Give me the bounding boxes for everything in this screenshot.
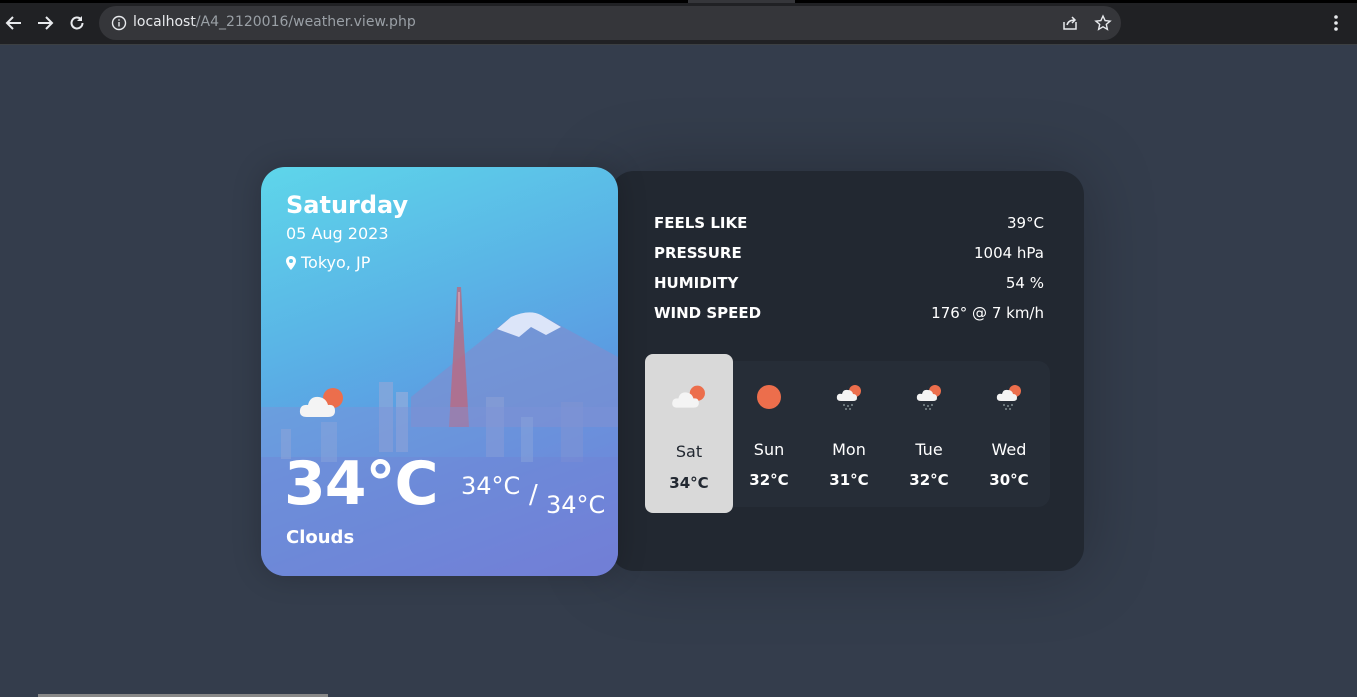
share-button[interactable] <box>1060 13 1080 33</box>
reload-icon <box>70 16 84 30</box>
stat-label: HUMIDITY <box>654 274 739 292</box>
stat-value: 39°C <box>1006 214 1044 232</box>
forecast-day-name: Mon <box>832 440 866 459</box>
location-text: Tokyo, JP <box>301 253 371 272</box>
min-temperature: 34°C <box>546 491 606 519</box>
info-icon[interactable] <box>111 15 127 31</box>
stat-label: FEELS LIKE <box>654 214 748 232</box>
browser-toolbar: localhost/A4_2120016/weather.view.php <box>0 0 1357 45</box>
url-host: localhost <box>133 14 196 30</box>
forecast-day-name: Sun <box>753 440 785 459</box>
forecast-day-name: Tue <box>915 440 943 459</box>
tab-strip-segment <box>795 0 1357 3</box>
forecast-temp: 32°C <box>749 471 789 489</box>
forecast-temp: 30°C <box>989 471 1029 489</box>
forecast-day-sat[interactable]: Sat 34°C <box>645 354 733 513</box>
kebab-menu-icon <box>1334 15 1338 31</box>
sun-icon <box>757 385 781 409</box>
browser-menu-button[interactable] <box>1324 9 1348 37</box>
rain-cloud-sun-icon <box>916 385 941 410</box>
current-temperature: 34°C <box>284 449 439 519</box>
forecast-day-tue[interactable]: Tue 32°C <box>889 361 969 507</box>
forecast-temp: 34°C <box>669 474 709 492</box>
url-text[interactable]: localhost/A4_2120016/weather.view.php <box>133 14 416 30</box>
forecast-day-mon[interactable]: Mon 31°C <box>809 361 889 507</box>
map-marker-icon <box>286 255 296 270</box>
tab-strip-segment <box>0 0 688 3</box>
date-text: 05 Aug 2023 <box>286 224 389 243</box>
location: Tokyo, JP <box>286 253 370 272</box>
forward-button[interactable] <box>31 9 59 37</box>
stat-pressure: PRESSURE 1004 hPa <box>654 238 1044 268</box>
forecast-day-name: Wed <box>991 440 1027 459</box>
forecast-list: Sat 34°C Sun 32°C Mon 31°C Tue 32°C Wed … <box>645 354 1050 513</box>
tab-strip <box>0 0 1357 3</box>
arrow-left-icon <box>5 16 21 30</box>
bookmark-button[interactable] <box>1093 13 1113 33</box>
arrow-right-icon <box>38 16 54 30</box>
forecast-temp: 32°C <box>909 471 949 489</box>
temp-separator: / <box>529 480 538 510</box>
url-path: /A4_2120016/weather.view.php <box>195 14 416 30</box>
rain-cloud-sun-icon <box>836 385 861 410</box>
star-icon <box>1094 14 1112 31</box>
stat-label: PRESSURE <box>654 244 742 262</box>
forecast-day-name: Sat <box>675 442 703 461</box>
cloud-sun-icon <box>299 388 343 417</box>
current-weather-card: Saturday 05 Aug 2023 Tokyo, JP 34°C 34°C… <box>261 167 618 576</box>
day-name: Saturday <box>286 191 409 219</box>
forecast-day-wed[interactable]: Wed 30°C <box>969 361 1049 507</box>
stat-humidity: HUMIDITY 54 % <box>654 268 1044 298</box>
share-icon <box>1063 16 1077 30</box>
cloud-sun-icon <box>672 385 705 408</box>
stat-value: 54 % <box>1005 274 1044 292</box>
stat-value: 176° @ 7 km/h <box>931 304 1044 322</box>
max-temperature: 34°C <box>461 472 521 500</box>
stat-label: WIND SPEED <box>654 304 762 322</box>
stat-feels-like: FEELS LIKE 39°C <box>654 208 1044 238</box>
forecast-day-sun[interactable]: Sun 32°C <box>729 361 809 507</box>
back-button[interactable] <box>0 9 28 37</box>
stat-wind-speed: WIND SPEED 176° @ 7 km/h <box>654 298 1044 328</box>
stat-value: 1004 hPa <box>973 244 1044 262</box>
reload-button[interactable] <box>63 9 91 37</box>
weather-condition: Clouds <box>286 527 355 548</box>
address-bar[interactable]: localhost/A4_2120016/weather.view.php <box>99 6 1121 40</box>
weather-stats: FEELS LIKE 39°C PRESSURE 1004 hPa HUMIDI… <box>654 208 1044 328</box>
rain-cloud-sun-icon <box>996 385 1021 410</box>
forecast-temp: 31°C <box>829 471 869 489</box>
